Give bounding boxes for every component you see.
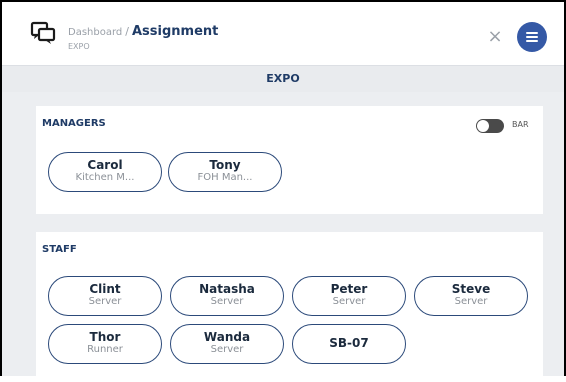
person-role: Server bbox=[454, 296, 488, 307]
person-role: Server bbox=[210, 344, 244, 355]
breadcrumb-separator: / bbox=[125, 25, 129, 38]
menu-button[interactable] bbox=[517, 22, 547, 52]
person-name: Clint bbox=[89, 282, 121, 296]
person-name: Natasha bbox=[199, 282, 255, 296]
page-title: Assignment bbox=[131, 24, 219, 39]
person-role: Runner bbox=[87, 344, 123, 355]
breadcrumb-dashboard-link[interactable]: Dashboard bbox=[68, 27, 122, 38]
person-role: Server bbox=[332, 296, 366, 307]
person-name: Tony bbox=[209, 158, 241, 172]
person-name: Thor bbox=[89, 330, 121, 344]
toggle-knob bbox=[477, 120, 489, 132]
person-name: SB-07 bbox=[329, 336, 369, 350]
staff-pill-sb-07[interactable]: SB-07 bbox=[292, 324, 406, 364]
staff-pill-natasha[interactable]: Natasha Server bbox=[170, 276, 284, 316]
app-frame: Dashboard / Assignment EXPO × EXPO MANAGER… bbox=[0, 0, 566, 382]
person-name: Carol bbox=[87, 158, 123, 172]
person-role: Server bbox=[210, 296, 244, 307]
staff-pill-peter[interactable]: Peter Server bbox=[292, 276, 406, 316]
close-icon[interactable]: × bbox=[486, 28, 504, 46]
staff-pill-steve[interactable]: Steve Server bbox=[414, 276, 528, 316]
managers-card: MANAGERS BAR Carol Kitchen M... Tony FOH… bbox=[36, 106, 543, 214]
person-name: Peter bbox=[330, 282, 368, 296]
breadcrumb: Dashboard / Assignment bbox=[68, 20, 218, 39]
staff-pill-thor[interactable]: Thor Runner bbox=[48, 324, 162, 364]
staff-pill-clint[interactable]: Clint Server bbox=[48, 276, 162, 316]
person-name: Steve bbox=[451, 282, 491, 296]
managers-title: MANAGERS bbox=[42, 118, 106, 129]
person-role: Server bbox=[88, 296, 122, 307]
staff-pill-wanda[interactable]: Wanda Server bbox=[170, 324, 284, 364]
staff-card: STAFF Clint Server Natasha Server Peter … bbox=[36, 232, 543, 382]
bar-toggle-label: BAR bbox=[512, 120, 529, 129]
manager-pill-tony[interactable]: Tony FOH Man... bbox=[168, 152, 282, 192]
page-subtitle: EXPO bbox=[68, 42, 90, 51]
person-role: Kitchen M... bbox=[75, 172, 135, 183]
menu-icon bbox=[526, 36, 538, 38]
bar-toggle[interactable] bbox=[476, 119, 504, 133]
section-header: EXPO bbox=[2, 66, 564, 92]
chat-bubbles-icon bbox=[30, 21, 56, 44]
menu-icon bbox=[526, 32, 538, 34]
menu-icon bbox=[526, 40, 538, 42]
person-name: Wanda bbox=[203, 330, 251, 344]
staff-title: STAFF bbox=[42, 244, 77, 255]
top-bar: Dashboard / Assignment EXPO × bbox=[2, 2, 564, 66]
manager-pill-carol[interactable]: Carol Kitchen M... bbox=[48, 152, 162, 192]
person-role: FOH Man... bbox=[197, 172, 253, 183]
